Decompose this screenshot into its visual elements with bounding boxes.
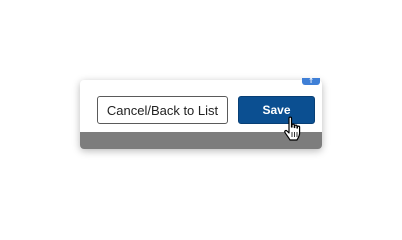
scroll-to-top-tab[interactable]: ↑ bbox=[302, 78, 320, 85]
save-button[interactable]: Save bbox=[238, 96, 315, 124]
hand-pointer-icon bbox=[283, 116, 303, 142]
cancel-back-to-list-button[interactable]: Cancel/Back to List bbox=[97, 96, 228, 124]
arrow-up-icon: ↑ bbox=[308, 77, 314, 85]
